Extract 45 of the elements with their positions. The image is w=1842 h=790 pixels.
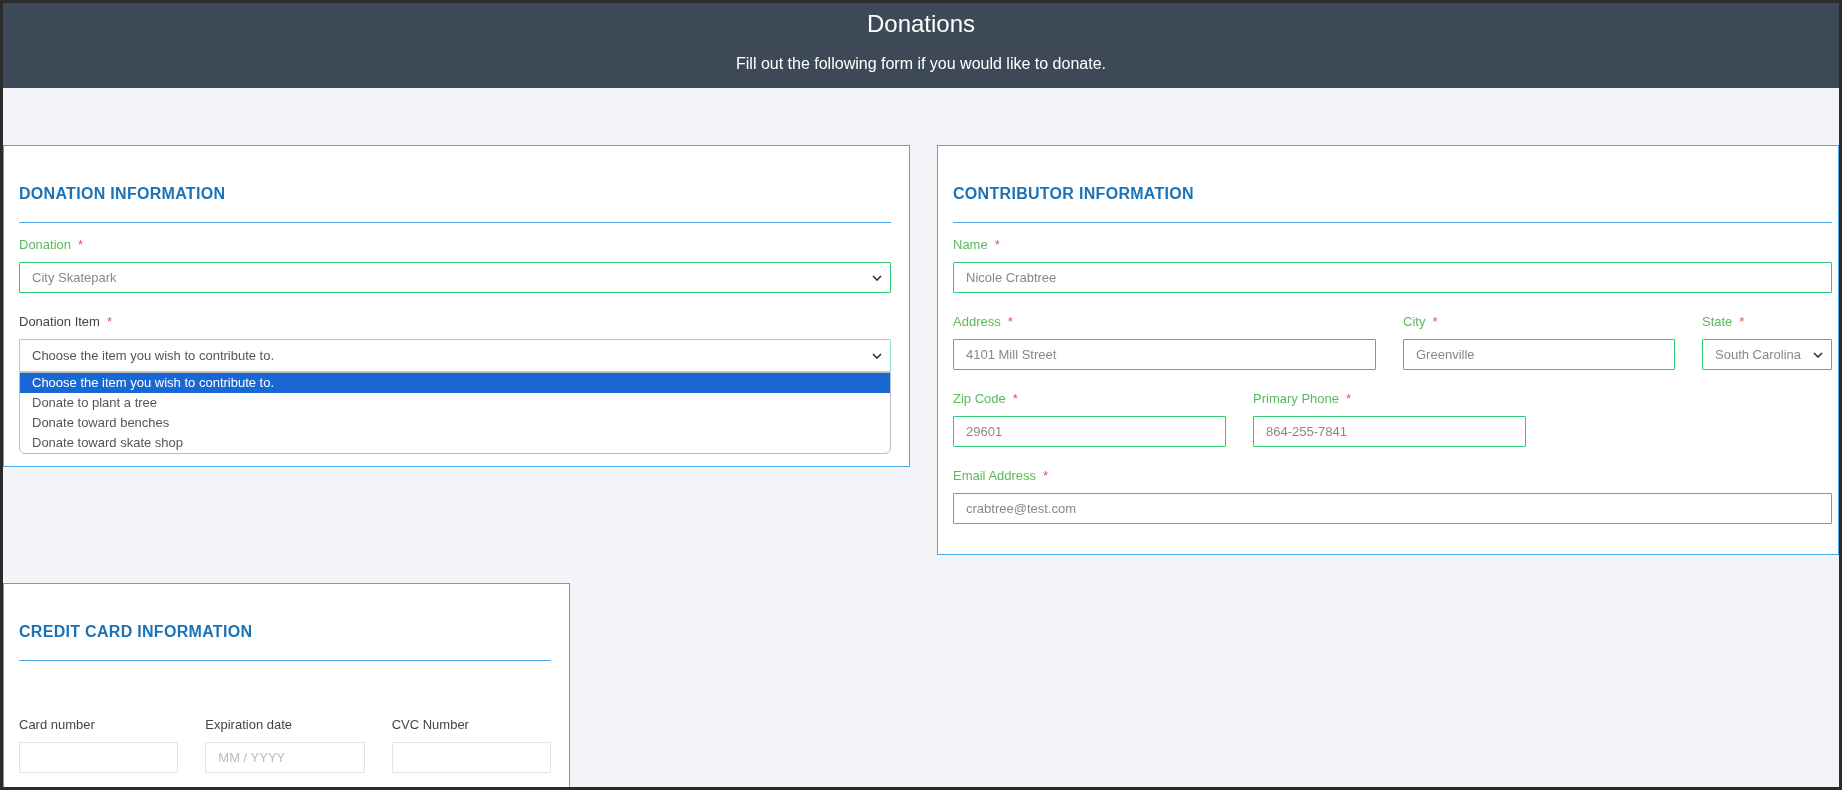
input-field[interactable]: 29601 [953, 416, 1226, 447]
page-subtitle: Fill out the following form if you would like to donate. [736, 54, 1106, 74]
required-mark: * [106, 313, 112, 330]
field-label: City [1403, 313, 1426, 330]
field-label: Expiration date [205, 716, 293, 733]
input-field[interactable] [19, 742, 179, 773]
chevron-down-icon [872, 274, 882, 281]
required-mark: * [78, 236, 84, 253]
required-mark: * [1043, 467, 1049, 484]
required-mark: * [1346, 390, 1352, 407]
input-field[interactable] [391, 742, 551, 773]
field-label: Name [953, 236, 988, 253]
field-label: CVC Number [391, 716, 469, 733]
input-field[interactable]: crabtree@test.com [953, 493, 1832, 524]
dropdown-option[interactable]: Donate to plant a tree [20, 393, 890, 413]
section-heading: CONTRIBUTOR INFORMATION [953, 184, 1194, 204]
required-mark: * [1432, 313, 1438, 330]
required-mark: * [1007, 313, 1013, 330]
input-field[interactable]: 4101 Mill Street [953, 339, 1376, 370]
page-title: Donations [866, 9, 976, 39]
field-label: Address [953, 313, 1001, 330]
field-label: State [1702, 313, 1733, 330]
field-label: Donation Item [19, 313, 100, 330]
required-mark: * [1739, 313, 1745, 330]
chevron-down-icon [872, 352, 882, 359]
field-label: Email Address [953, 467, 1037, 484]
field-label: Donation [19, 236, 72, 253]
input-field[interactable]: 864-255-7841 [1253, 416, 1526, 447]
select-field[interactable]: South Carolina [1702, 339, 1832, 370]
required-mark: * [1012, 390, 1018, 407]
input-field[interactable]: Greenville [1403, 339, 1675, 370]
field-label: Zip Code [953, 390, 1006, 407]
input-field[interactable]: MM / YYYY [205, 742, 365, 773]
dropdown-option[interactable]: Donate toward skate shop [20, 433, 890, 453]
field-label: Primary Phone [1253, 390, 1339, 407]
section-heading: CREDIT CARD INFORMATION [19, 622, 253, 642]
dropdown-option[interactable]: Choose the item you wish to contribute to. [20, 373, 890, 393]
select-field[interactable]: Choose the item you wish to contribute to. [19, 339, 891, 372]
field-label: Card number [19, 716, 95, 733]
section-heading: DONATION INFORMATION [19, 184, 226, 204]
select-field[interactable]: City Skatepark [19, 262, 891, 293]
input-field[interactable]: Nicole Crabtree [953, 262, 1832, 293]
dropdown-option[interactable]: Donate toward benches [20, 413, 890, 433]
chevron-down-icon [1813, 351, 1823, 358]
required-mark: * [994, 236, 1000, 253]
